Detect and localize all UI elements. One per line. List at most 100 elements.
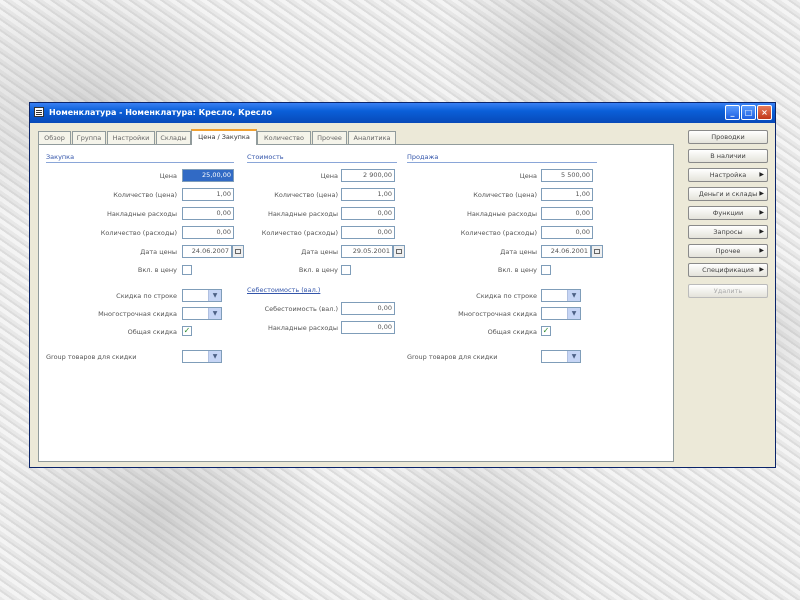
sales-item-group-discount-label: Group товаров для скидки [407,353,498,361]
chevron-down-icon: ▼ [567,351,580,362]
chevron-down-icon: ▼ [208,351,221,362]
multiline-discount-label: Многострочная скидка [98,310,177,318]
triangle-right-icon: ▶ [759,171,764,178]
tab-warehouses[interactable]: Склады [156,131,191,144]
sales-overhead-label: Накладные расходы [466,210,537,218]
triangle-right-icon: ▶ [759,190,764,197]
chevron-down-icon: ▼ [208,290,221,301]
purchase-date-label: Дата цены [140,248,177,256]
purchase-price-field[interactable]: 25,00,00 [182,169,234,182]
line-discount-label: Скидка по строке [116,292,177,300]
sales-price-field[interactable]: 5 500,00 [541,169,593,182]
chevron-down-icon: ▼ [208,308,221,319]
sales-line-discount-combo[interactable]: ▼ [541,289,581,302]
tab-settings[interactable]: Настройки [107,131,155,144]
form-icon [34,107,44,117]
transactions-button[interactable]: Проводки [688,130,768,144]
tab-group[interactable]: Группа [72,131,106,144]
section-cost-title: Стоимость [247,153,284,161]
cost-date-label: Дата цены [301,248,338,256]
sales-qtyexp-field[interactable]: 0,00 [541,226,593,239]
purchase-qty-label: Количество (цена) [113,191,177,199]
calendar-icon[interactable] [393,245,405,258]
cost-overhead-field[interactable]: 0,00 [341,207,395,220]
sales-incl-label: Вкл. в цену [497,266,537,274]
functions-menu-button[interactable]: Функции ▶ [688,206,768,220]
tab-panel: Закупка Цена 25,00,00 Количество (цена) … [38,144,674,462]
tab-other[interactable]: Прочее [312,131,347,144]
cost-qty-field[interactable]: 1,00 [341,188,395,201]
section-cost-value-title: Себестоимость (вал.) [247,286,321,294]
purchase-incl-checkbox[interactable] [182,265,192,275]
other-menu-button[interactable]: Прочее ▶ [688,244,768,258]
section-purchase-title: Закупка [46,153,75,161]
sales-incl-checkbox[interactable] [541,265,551,275]
sales-multiline-discount-label: Многострочная скидка [458,310,537,318]
triangle-right-icon: ▶ [759,228,764,235]
specification-menu-button[interactable]: Спецификация ▶ [688,263,768,277]
total-discount-checkbox[interactable]: ✓ [182,326,192,336]
cost-overhead2-field[interactable]: 0,00 [341,321,395,334]
tab-overview[interactable]: Обзор [38,131,71,144]
section-divider [46,162,234,163]
purchase-date-field[interactable]: 24.06.2007 [182,245,232,258]
minimize-button[interactable]: _ [725,105,740,120]
calendar-icon[interactable] [591,245,603,258]
chevron-down-icon: ▼ [567,308,580,319]
sales-qty-field[interactable]: 1,00 [541,188,593,201]
purchase-price-label: Цена [159,172,177,180]
title-bar[interactable]: Номенклатура - Номенклатура: Кресло, Кре… [30,103,775,123]
purchase-qty-field[interactable]: 1,00 [182,188,234,201]
delete-button[interactable]: Удалить [688,284,768,298]
section-divider [407,162,597,163]
cost-qtyexp-label: Количество (расходы) [261,229,338,237]
purchase-overhead-field[interactable]: 0,00 [182,207,234,220]
sales-item-group-discount-combo[interactable]: ▼ [541,350,581,363]
chevron-down-icon: ▼ [567,290,580,301]
sales-total-discount-label: Общая скидка [487,328,537,336]
cost-qtyexp-field[interactable]: 0,00 [341,226,395,239]
sales-total-discount-checkbox[interactable]: ✓ [541,326,551,336]
maximize-button[interactable]: □ [741,105,756,120]
sales-price-label: Цена [519,172,537,180]
cost-overhead-label: Накладные расходы [267,210,338,218]
tab-price-purchase[interactable]: Цена / Закупка [191,129,257,145]
purchase-incl-label: Вкл. в цену [137,266,177,274]
sales-overhead-field[interactable]: 0,00 [541,207,593,220]
sales-multiline-discount-combo[interactable]: ▼ [541,307,581,320]
multiline-discount-combo[interactable]: ▼ [182,307,222,320]
money-warehouses-menu-button[interactable]: Деньги и склады ▶ [688,187,768,201]
sales-line-discount-label: Скидка по строке [476,292,537,300]
cost-overhead2-label: Накладные расходы [267,324,338,332]
cost-qty-label: Количество (цена) [274,191,338,199]
checkbox-checked-icon: ✓ [183,326,191,335]
purchase-qtyexp-field[interactable]: 0,00 [182,226,234,239]
inquiries-menu-button[interactable]: Запросы ▶ [688,225,768,239]
cost-price-label: Цена [320,172,338,180]
triangle-right-icon: ▶ [759,209,764,216]
tab-analytics[interactable]: Аналитика [348,131,396,144]
sales-date-field[interactable]: 24.06.2001 [541,245,591,258]
on-hand-button[interactable]: В наличии [688,149,768,163]
purchase-overhead-label: Накладные расходы [106,210,177,218]
total-discount-label: Общая скидка [127,328,177,336]
calendar-icon[interactable] [232,245,244,258]
purchase-qtyexp-label: Количество (расходы) [100,229,177,237]
section-sales-title: Продажа [407,153,439,161]
tab-quantity[interactable]: Количество [257,131,311,144]
sales-qty-label: Количество (цена) [473,191,537,199]
setup-menu-button[interactable]: Настройка ▶ [688,168,768,182]
close-button[interactable]: × [757,105,772,120]
item-group-discount-combo[interactable]: ▼ [182,350,222,363]
cost-date-field[interactable]: 29.05.2001 [341,245,393,258]
sales-date-label: Дата цены [500,248,537,256]
triangle-right-icon: ▶ [759,247,764,254]
section-divider [247,162,397,163]
cost-price-field[interactable]: 2 900,00 [341,169,395,182]
line-discount-combo[interactable]: ▼ [182,289,222,302]
item-group-discount-label: Group товаров для скидки [46,353,137,361]
cost-value-field[interactable]: 0,00 [341,302,395,315]
cost-incl-checkbox[interactable] [341,265,351,275]
nomenclature-window: Номенклатура - Номенклатура: Кресло, Кре… [29,102,776,468]
triangle-right-icon: ▶ [759,266,764,273]
